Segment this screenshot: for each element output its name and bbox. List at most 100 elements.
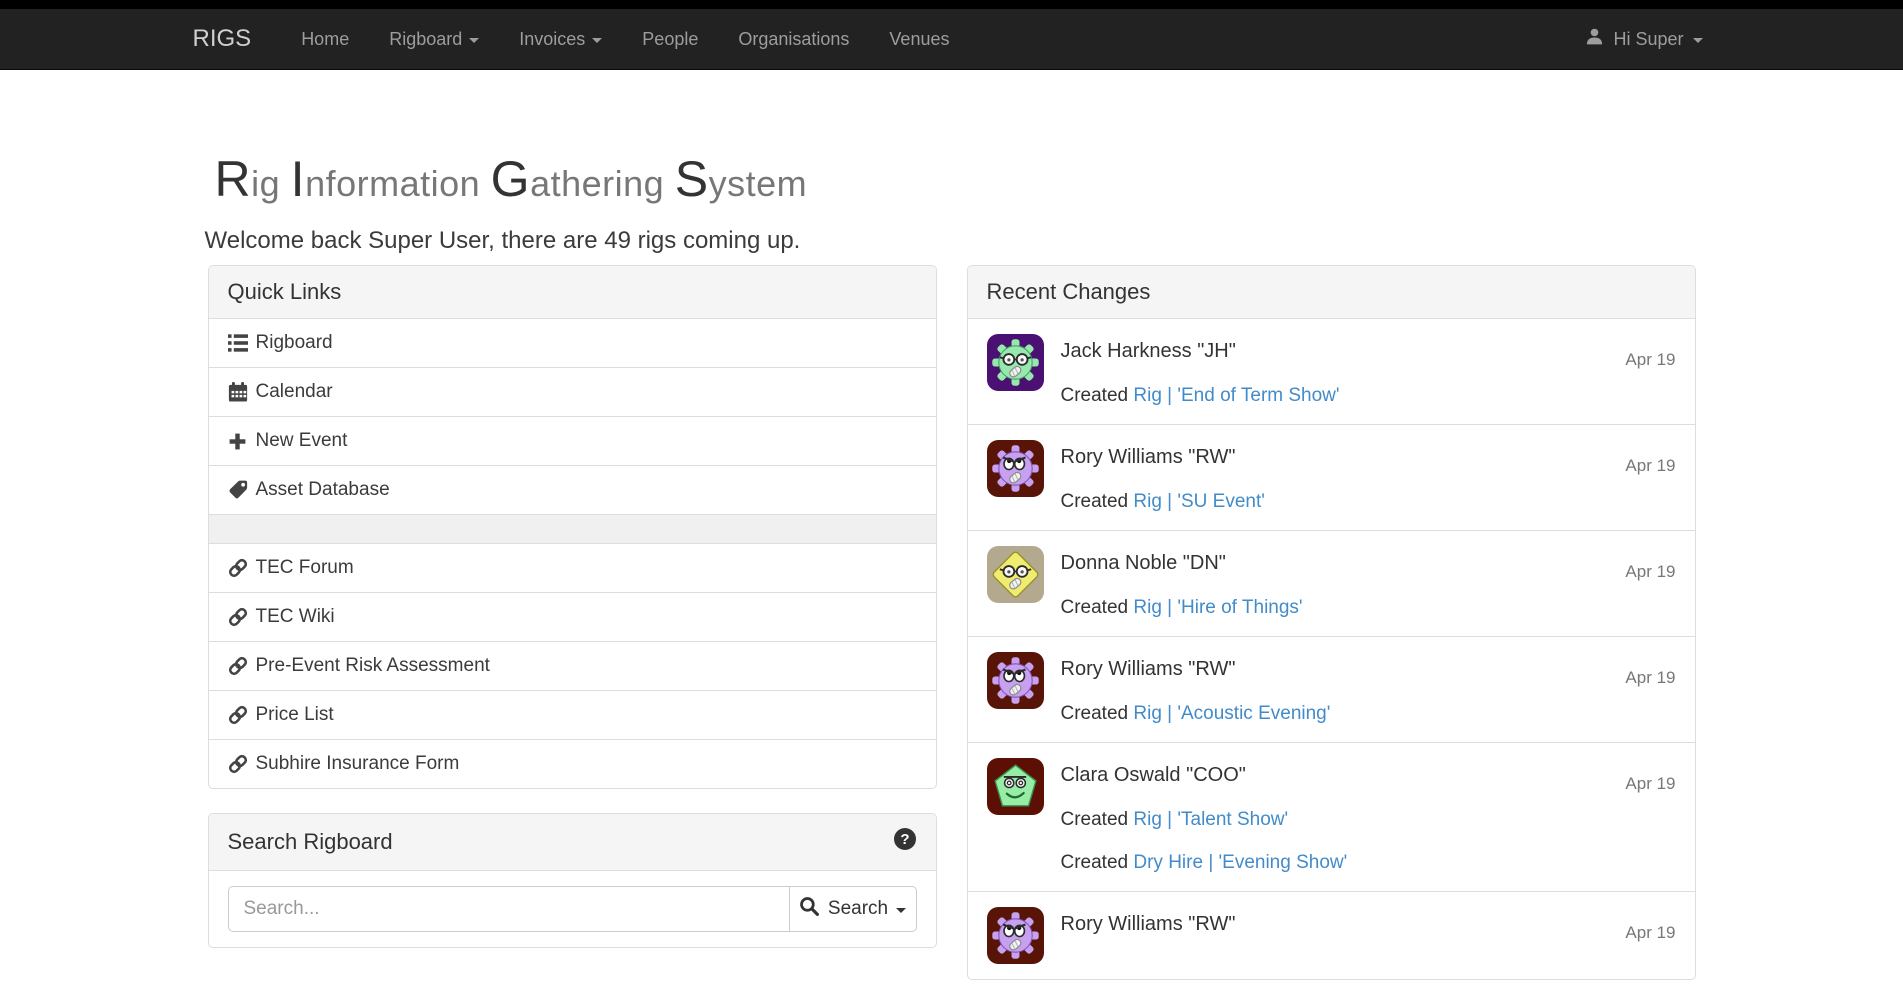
quick-link-label: Rigboard <box>256 332 333 354</box>
change-action: Created Rig | 'Acoustic Evening' <box>1061 701 1331 727</box>
search-body: Search <box>209 871 936 947</box>
recent-change-body: Clara Oswald "COO" Created Rig | 'Talent … <box>1061 758 1348 876</box>
quick-link-new-event[interactable]: New Event <box>209 417 936 466</box>
nav-item-label: People <box>642 29 698 50</box>
change-link[interactable]: Rig | 'End of Term Show' <box>1133 385 1339 406</box>
change-verb: Created <box>1061 809 1134 830</box>
page-title: Rig Information Gathering System <box>215 150 1711 213</box>
help-icon[interactable]: ? <box>893 827 917 857</box>
user-menu-label: Hi Super <box>1613 29 1683 50</box>
change-action: Created Rig | 'Hire of Things' <box>1061 595 1303 621</box>
change-link[interactable]: Rig | 'Hire of Things' <box>1133 597 1302 618</box>
change-action: Created Dry Hire | 'Evening Show' <box>1061 850 1348 876</box>
title-rest: ystem <box>709 163 808 204</box>
recent-change-row: Rory Williams "RW" Created Rig | 'Acousti… <box>968 637 1695 743</box>
person-name: Rory Williams "RW" <box>1061 909 1236 939</box>
quick-link-tec-forum[interactable]: TEC Forum <box>209 544 936 593</box>
link-icon <box>228 705 256 725</box>
right-column: Recent Changes Jack Harkness "JH"Created… <box>952 265 1711 1004</box>
avatar <box>987 546 1044 603</box>
person-name: Donna Noble "DN" <box>1061 548 1303 578</box>
chevron-down-icon <box>896 908 906 913</box>
recent-changes-title: Recent Changes <box>987 279 1151 305</box>
change-date: Apr 19 <box>1625 774 1675 794</box>
recent-change-body: Donna Noble "DN" Created Rig | 'Hire of T… <box>1061 546 1303 621</box>
title-rest: athering <box>530 163 664 204</box>
quick-links-title: Quick Links <box>228 279 342 305</box>
person-name: Clara Oswald "COO" <box>1061 760 1348 790</box>
quick-link-price-list[interactable]: Price List <box>209 691 936 740</box>
change-verb: Created <box>1061 703 1134 724</box>
person-name: Rory Williams "RW" <box>1061 442 1265 472</box>
change-action: Created Rig | 'SU Event' <box>1061 489 1265 515</box>
welcome-message: Welcome back Super User, there are 49 ri… <box>205 227 1711 255</box>
change-verb: Created <box>1061 597 1134 618</box>
quick-link-label: Price List <box>256 704 334 726</box>
quick-link-calendar[interactable]: Calendar <box>209 368 936 417</box>
recent-change-body: Rory Williams "RW" Created Rig | 'Acousti… <box>1061 652 1331 727</box>
nav-item-label: Venues <box>889 29 949 50</box>
change-date: Apr 19 <box>1625 668 1675 688</box>
quick-link-label: Asset Database <box>256 479 390 501</box>
change-link[interactable]: Rig | 'Talent Show' <box>1133 809 1288 830</box>
quick-link-asset-database[interactable]: Asset Database <box>209 466 936 515</box>
recent-change-body: Rory Williams "RW" <box>1061 907 1236 964</box>
search-rigboard-panel: Search Rigboard ? Search <box>208 813 937 948</box>
avatar <box>987 758 1044 815</box>
link-icon <box>228 656 256 676</box>
title-initial: R <box>215 151 252 207</box>
quick-link-pre-event-risk-assessment[interactable]: Pre-Event Risk Assessment <box>209 642 936 691</box>
quick-link-tec-wiki[interactable]: TEC Wiki <box>209 593 936 642</box>
nav-item-label: Organisations <box>738 29 849 50</box>
user-icon <box>1585 27 1604 51</box>
nav-item-label: Home <box>301 29 349 50</box>
nav-item-label: Rigboard <box>389 29 462 50</box>
quick-link-label: Pre-Event Risk Assessment <box>256 655 490 677</box>
tag-icon <box>228 480 256 500</box>
search-button[interactable]: Search <box>789 886 917 932</box>
user-menu[interactable]: Hi Super <box>1577 9 1710 69</box>
change-verb: Created <box>1061 491 1134 512</box>
recent-change-body: Jack Harkness "JH"Created Rig | 'End of … <box>1061 334 1340 409</box>
calendar-icon <box>228 382 256 402</box>
chevron-down-icon <box>469 38 479 43</box>
nav-item-home[interactable]: Home <box>281 9 369 69</box>
plus-icon <box>228 432 256 451</box>
person-name: Rory Williams "RW" <box>1061 654 1331 684</box>
recent-change-row: Jack Harkness "JH"Created Rig | 'End of … <box>968 319 1695 425</box>
change-date: Apr 19 <box>1625 562 1675 582</box>
quick-link-label: TEC Forum <box>256 557 354 579</box>
quick-links-separator <box>209 515 936 544</box>
main-content: Rig Information Gathering System Welcome… <box>193 150 1711 1004</box>
change-link[interactable]: Rig | 'Acoustic Evening' <box>1133 703 1330 724</box>
quick-links-list: Rigboard CalendarNew Event Asset Database T… <box>209 319 936 788</box>
search-input[interactable] <box>228 886 789 932</box>
brand-logo[interactable]: RIGS <box>193 9 282 69</box>
top-strip <box>0 0 1903 9</box>
change-action: Created Rig | 'Talent Show' <box>1061 807 1348 833</box>
nav-item-people[interactable]: People <box>622 9 718 69</box>
title-rest: ig <box>251 163 280 204</box>
nav-item-invoices[interactable]: Invoices <box>499 9 622 69</box>
recent-change-row: Rory Williams "RW"Apr 19 <box>968 892 1695 979</box>
quick-link-label: TEC Wiki <box>256 606 335 628</box>
title-initial: I <box>291 151 305 207</box>
nav-item-organisations[interactable]: Organisations <box>718 9 869 69</box>
recent-change-row: Rory Williams "RW" Created Rig | 'SU Even… <box>968 425 1695 531</box>
chevron-down-icon <box>592 38 602 43</box>
search-icon <box>799 896 820 923</box>
nav-item-label: Invoices <box>519 29 585 50</box>
quick-link-rigboard[interactable]: Rigboard <box>209 319 936 368</box>
recent-changes-list: Jack Harkness "JH"Created Rig | 'End of … <box>968 319 1695 979</box>
nav-item-rigboard[interactable]: Rigboard <box>369 9 499 69</box>
title-rest: nformation <box>305 163 480 204</box>
quick-link-subhire-insurance-form[interactable]: Subhire Insurance Form <box>209 740 936 788</box>
change-link[interactable]: Dry Hire | 'Evening Show' <box>1133 852 1347 873</box>
chevron-down-icon <box>1693 38 1703 43</box>
nav-item-venues[interactable]: Venues <box>869 9 969 69</box>
link-icon <box>228 607 256 627</box>
recent-changes-header: Recent Changes <box>968 266 1695 319</box>
change-link[interactable]: Rig | 'SU Event' <box>1133 491 1265 512</box>
avatar <box>987 907 1044 964</box>
avatar <box>987 440 1044 497</box>
